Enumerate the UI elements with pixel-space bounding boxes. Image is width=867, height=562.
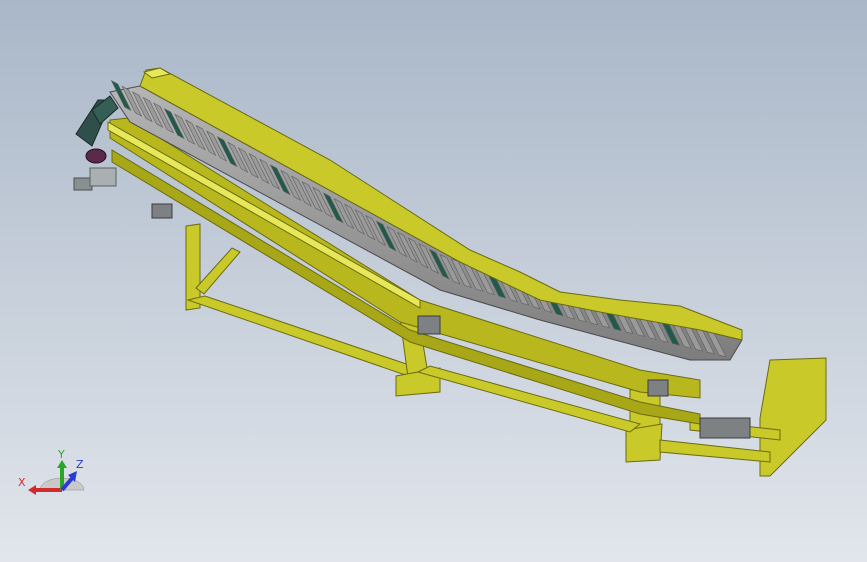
support-diagonal-left bbox=[195, 247, 241, 295]
conveyor-model-view[interactable]: X Y Z bbox=[0, 0, 867, 562]
drive-motor bbox=[73, 95, 119, 191]
orientation-triad: X Y Z bbox=[18, 448, 85, 495]
z-axis-label: Z bbox=[76, 458, 84, 471]
bearing-block-2 bbox=[417, 315, 441, 335]
bearing-block-1 bbox=[151, 203, 173, 219]
bearing-block-3 bbox=[647, 379, 669, 397]
tail-frame-rail bbox=[659, 439, 771, 463]
x-axis-label: X bbox=[18, 476, 26, 489]
support-leg-left bbox=[185, 223, 201, 311]
tail-drive-unit bbox=[699, 417, 751, 439]
cad-viewport[interactable]: X Y Z bbox=[0, 0, 867, 562]
y-axis-label: Y bbox=[57, 448, 65, 461]
